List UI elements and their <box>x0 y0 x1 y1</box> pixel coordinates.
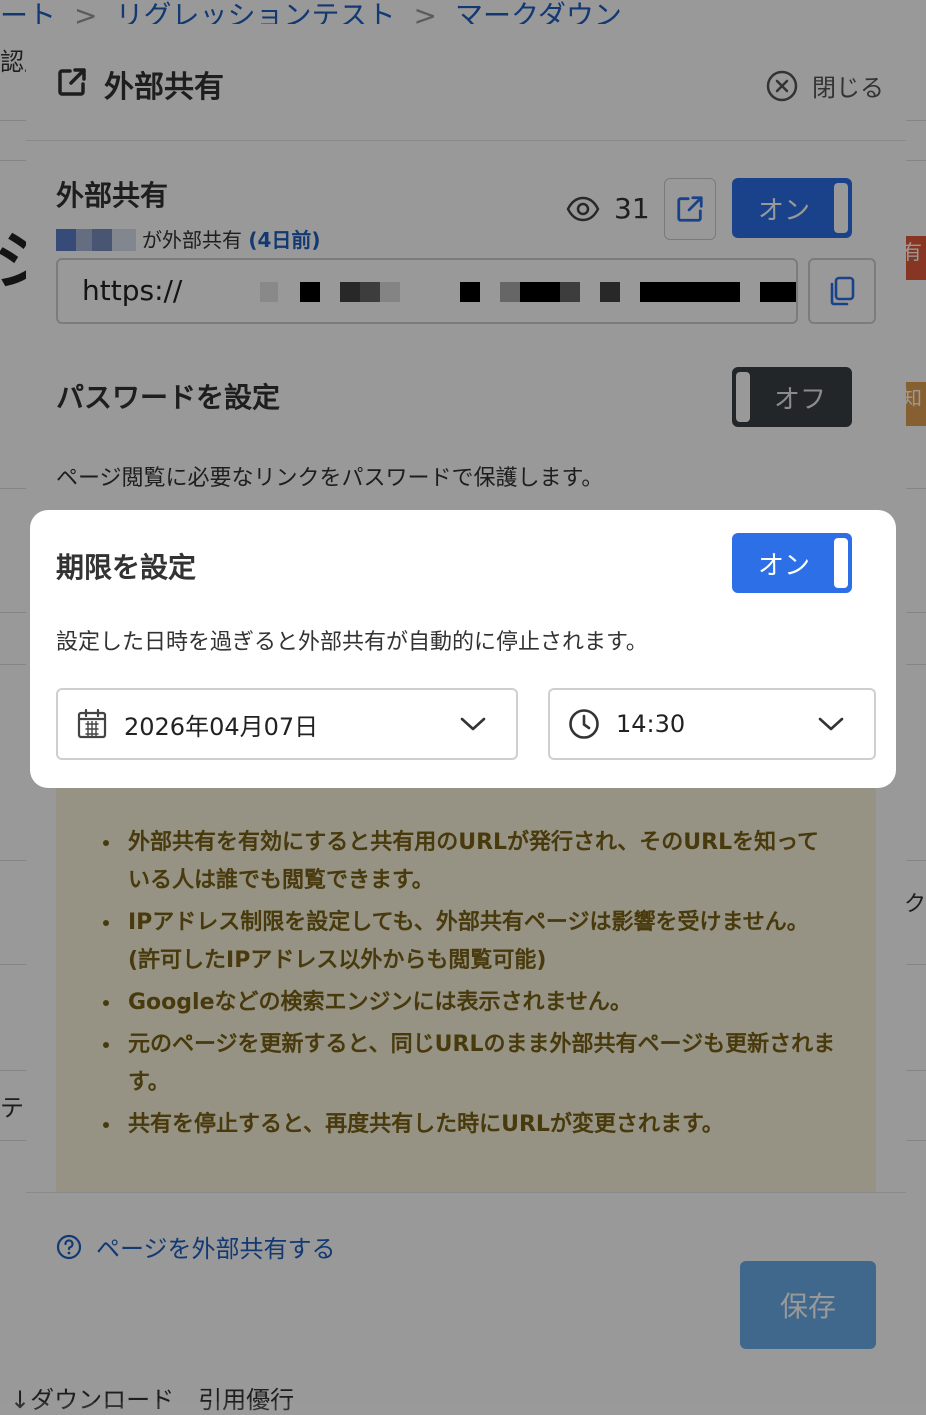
chevron-down-icon <box>460 717 486 731</box>
toggle-knob <box>834 538 848 588</box>
expiry-date-value: 2026年04月07日 <box>124 712 319 741</box>
expiry-time-value: 14:30 <box>616 710 686 738</box>
chevron-down-icon <box>818 717 844 731</box>
expiry-time-select[interactable]: 14:30 <box>548 688 876 760</box>
expiry-date-select[interactable]: 2026年04月07日 <box>56 688 518 760</box>
expiry-description: 設定した日時を過ぎると外部共有が自動的に停止されます。 <box>56 630 648 655</box>
expiry-section-title: 期限を設定 <box>56 551 197 584</box>
expiry-toggle[interactable]: オン <box>732 533 852 593</box>
calendar-icon <box>77 708 107 739</box>
toggle-label: オン <box>757 550 810 581</box>
clock-icon <box>569 709 599 739</box>
expiry-section-card: 期限を設定 オン 設定した日時を過ぎると外部共有が自動的に停止されます。 202… <box>30 510 896 788</box>
